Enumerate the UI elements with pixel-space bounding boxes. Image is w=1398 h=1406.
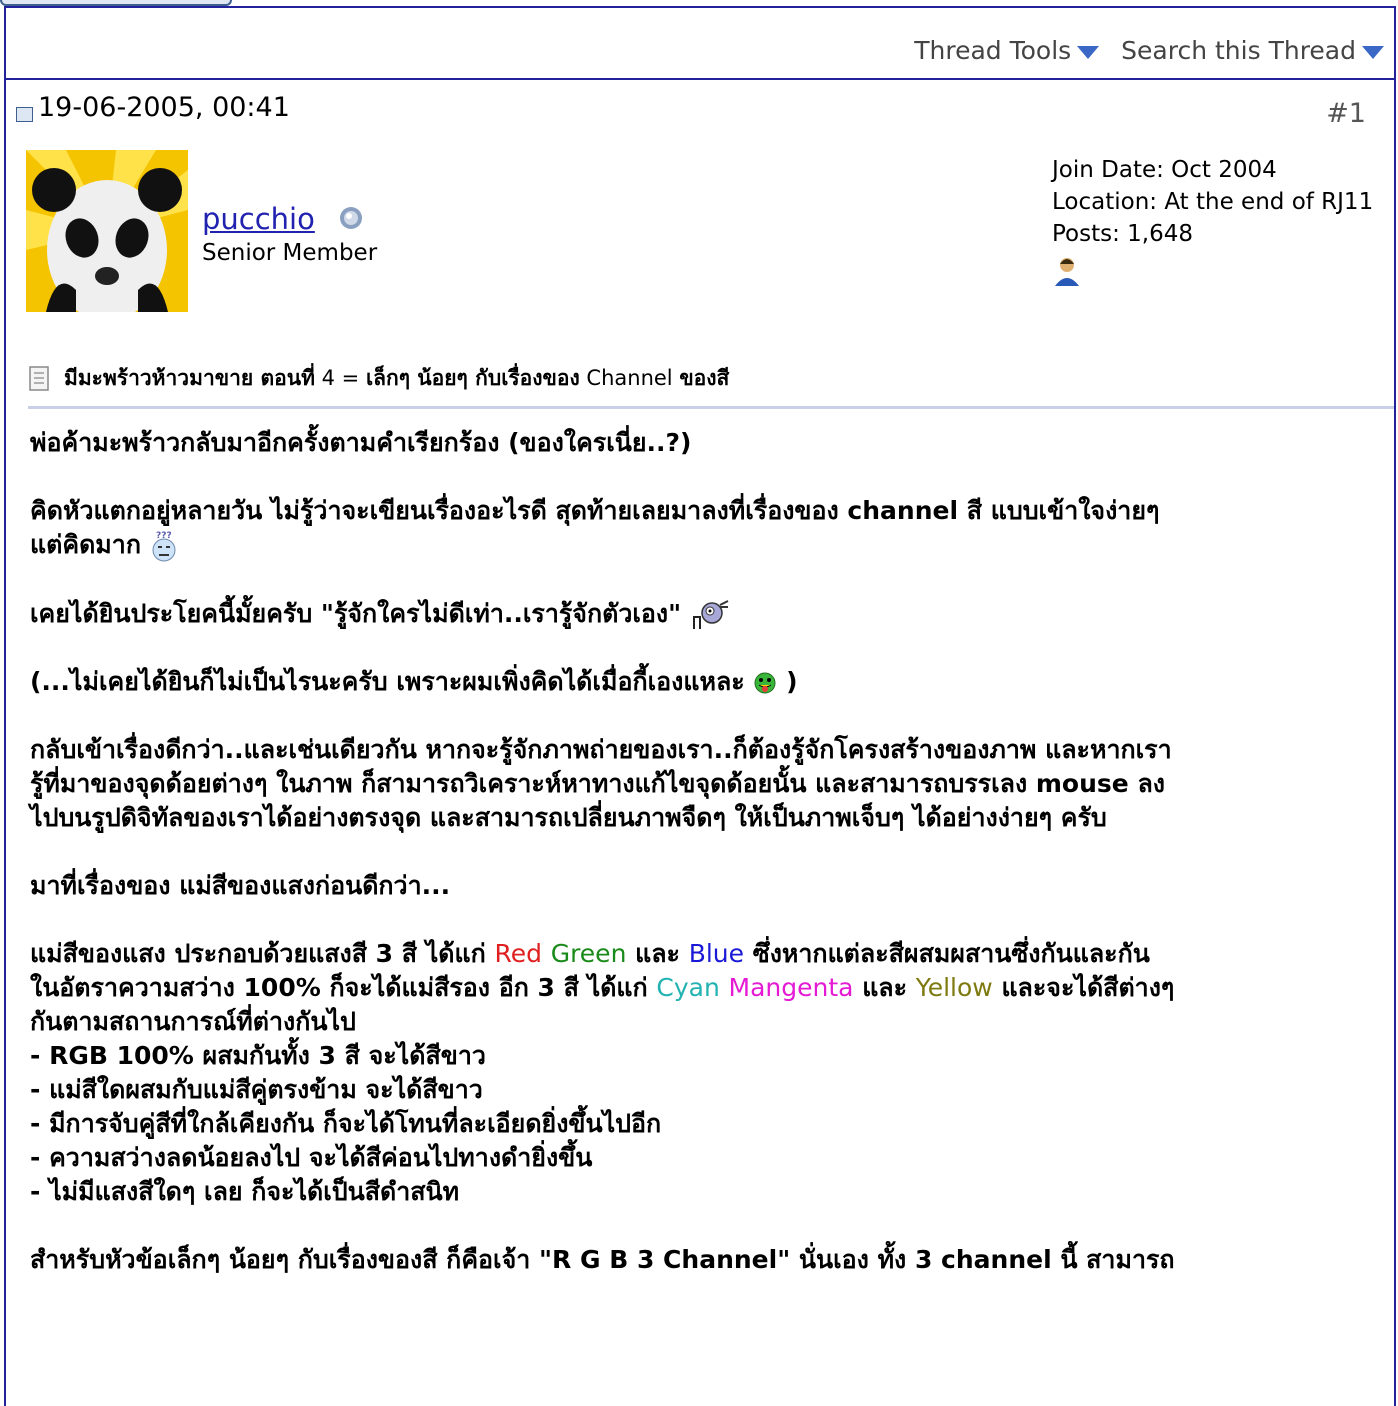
thread-toolbar: Thread Tools Search this Thread xyxy=(6,22,1394,80)
title-text-3: เล็กๆ น้อยๆ กับเรื่องของ xyxy=(365,366,580,390)
list-item: - RGB 100% ผสมกันทั้ง 3 สี จะได้สีขาว xyxy=(30,1041,486,1070)
post-frame: Thread Tools Search this Thread 19-06-20… xyxy=(4,6,1396,1406)
paragraph: แม่สีของแสง ประกอบด้วยแสงสี 3 สี ได้แก่ … xyxy=(30,939,1175,1206)
post-header: 19-06-2005, 00:41 #1 xyxy=(16,92,1388,132)
list-item: - แม่สีใดผสมกับแม่สีคู่ตรงข้าม จะได้สีขา… xyxy=(30,1075,483,1104)
post-count: Posts: 1,648 xyxy=(1052,221,1194,247)
paragraph: (...ไม่เคยได้ยินก็ไม่เป็นไรนะครับ เพราะผ… xyxy=(30,667,798,696)
title-text-5: ของสี xyxy=(679,366,730,390)
paragraph: เคยได้ยินประโยคนี้มั้ยครับ "รู้จักใครไม่… xyxy=(30,597,1396,631)
search-thread-menu[interactable]: Search this Thread xyxy=(1121,36,1384,65)
paragraph: สำหรับหัวข้อเล็กๆ น้อยๆ กับเรื่องของสี ก… xyxy=(30,1245,1175,1274)
join-date: Join Date: Oct 2004 xyxy=(1052,157,1277,183)
title-text-1: มีมะพร้าวห้าวมาขาย ตอนที่ xyxy=(64,366,315,390)
paragraph: คิดหัวแตกอยู่หลายวัน ไม่รู้ว่าจะเขียนเรื… xyxy=(30,494,1396,563)
yellow-text: Yellow xyxy=(915,973,993,1002)
divider xyxy=(28,406,1394,409)
user-info: Join Date: Oct 2004 Location: At the end… xyxy=(1052,154,1373,250)
post-body: พ่อค้ามะพร้าวกลับมาอีกครั้งตามคำเรียกร้อ… xyxy=(30,426,1396,1311)
dizzy-smiley-icon: ??? xyxy=(152,531,176,562)
user-person-icon[interactable] xyxy=(1052,256,1088,286)
tongue-smiley-icon xyxy=(754,672,776,694)
list-item: - มีการจับคู่สีที่ใกล้เคียงกัน ก็จะได้โท… xyxy=(30,1109,662,1138)
monster-smiley-icon xyxy=(692,600,729,629)
user-title: Senior Member xyxy=(202,240,378,266)
thread-tools-label: Thread Tools xyxy=(914,35,1072,65)
paragraph: มาที่เรื่องของ แม่สีของแสงก่อนดีกว่า... xyxy=(30,871,451,900)
red-text: Red xyxy=(494,939,542,968)
username-link[interactable]: pucchio xyxy=(202,202,315,236)
green-text: Green xyxy=(550,939,627,968)
magenta-text: Mangenta xyxy=(728,973,854,1002)
location: Location: At the end of RJ11 xyxy=(1052,189,1374,215)
search-thread-label: Search this Thread xyxy=(1121,35,1356,65)
cyan-text: Cyan xyxy=(656,973,720,1002)
title-text-4: Channel xyxy=(579,366,680,390)
paragraph: กลับเข้าเรื่องดีกว่า..และเช่นเดียวกัน หา… xyxy=(30,735,1172,832)
post-number-link[interactable]: #1 xyxy=(1326,98,1366,129)
post-title: มีมะพร้าวห้าวมาขาย ตอนที่ 4 = เล็กๆ น้อย… xyxy=(28,362,729,395)
list-item: - ความสว่างลดน้อยลงไป จะได้สีค่อนไปทางดำ… xyxy=(30,1143,593,1172)
post-date: 19-06-2005, 00:41 xyxy=(38,92,290,123)
title-text-2: 4 = xyxy=(314,366,366,390)
document-icon xyxy=(29,365,49,391)
list-item: - ไม่มีแสงสีใดๆ เลย ก็จะได้เป็นสีดำสนิท xyxy=(30,1177,460,1206)
avatar[interactable] xyxy=(26,150,188,312)
thread-tools-menu[interactable]: Thread Tools xyxy=(914,35,1100,65)
online-status-icon xyxy=(340,207,362,229)
paragraph: พ่อค้ามะพร้าวกลับมาอีกครั้งตามคำเรียกร้อ… xyxy=(30,428,692,457)
post-icon xyxy=(16,107,33,122)
dropdown-arrow-icon xyxy=(1077,45,1100,59)
dropdown-arrow-icon xyxy=(1362,45,1384,59)
blue-text: Blue xyxy=(688,939,745,968)
